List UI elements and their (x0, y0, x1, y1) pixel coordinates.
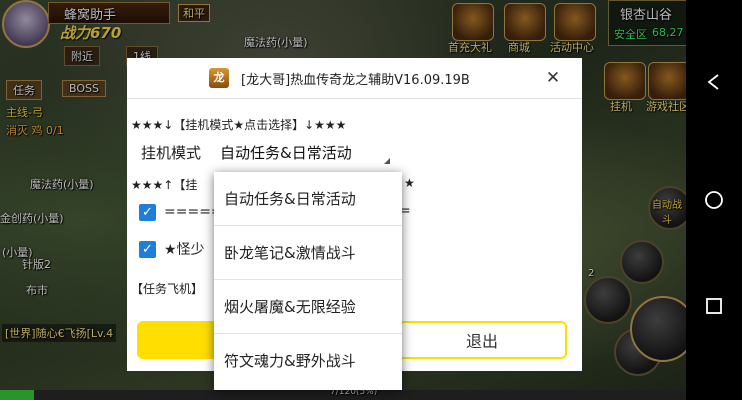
dialog-header: 龙 [龙大哥]热血传奇龙之辅助V16.09.19B ✕ (127, 58, 582, 99)
checkbox-row-2[interactable]: ✓ ★怪少 (139, 238, 205, 260)
dropdown-option[interactable]: 自动任务&日常活动 (214, 172, 402, 226)
checkbox-checked-icon[interactable]: ✓ (139, 203, 156, 221)
dropdown-option[interactable]: 卧龙笔记&激情战斗 (214, 226, 402, 280)
checkbox-2-label: ★怪少 (164, 242, 205, 258)
nav-home-icon[interactable] (696, 182, 732, 218)
system-navigation-bar (686, 0, 742, 400)
dropdown-arrow-icon (384, 158, 390, 164)
mode-select[interactable]: 自动任务&日常活动 (220, 139, 398, 167)
checkbox-row-1[interactable]: ✓ ===== (139, 201, 223, 223)
mode-label: 挂机模式 (141, 144, 202, 162)
settings-section-header: ★★★↑【挂 (131, 178, 198, 192)
checkbox-checked-icon[interactable]: ✓ (139, 240, 156, 258)
mode-section-header: ★★★↓【挂机模式★点击选择】↓★★★ (131, 118, 347, 132)
dropdown-option[interactable]: 符文魂力&野外战斗 (214, 334, 402, 388)
dialog-title: [龙大哥]热血传奇龙之辅助V16.09.19B (241, 73, 470, 88)
close-icon[interactable]: ✕ (541, 66, 565, 90)
settings-section-header-tail: ★ (404, 176, 415, 190)
nav-back-icon[interactable] (696, 64, 732, 100)
dropdown-option[interactable]: 烟火屠魔&无限经验 (214, 280, 402, 334)
nav-recents-icon[interactable] (696, 288, 732, 324)
exit-button[interactable]: 退出 (397, 321, 567, 359)
mode-dropdown-list: 自动任务&日常活动 卧龙笔记&激情战斗 烟火屠魔&无限经验 符文魂力&野外战斗 (214, 172, 402, 390)
task-section-header: 【任务飞机】 (131, 282, 204, 296)
app-icon: 龙 (209, 68, 229, 88)
mode-selected-value: 自动任务&日常活动 (220, 144, 352, 162)
